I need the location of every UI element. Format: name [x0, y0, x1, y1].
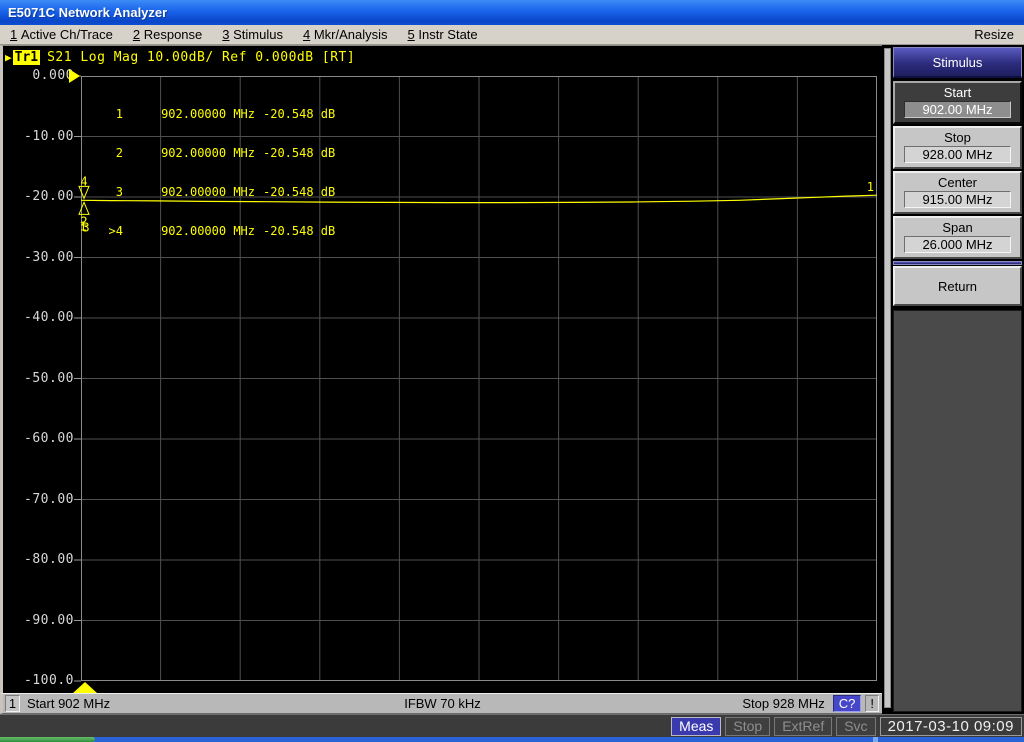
marker-row: 2 902.00000 MHz -20.548 dB: [115, 146, 336, 160]
softkey-start[interactable]: Start 902.00 MHz: [893, 81, 1022, 124]
y-axis-label: -50.00: [24, 370, 74, 386]
menu-instr-state[interactable]: 5 Instr State: [398, 25, 488, 45]
softkey-stop[interactable]: Stop 928.00 MHz: [893, 126, 1022, 169]
y-axis-label: -20.00: [24, 189, 74, 204]
alert-badge[interactable]: !: [865, 695, 879, 712]
softkey-start-label: Start: [943, 85, 972, 100]
softkey-center-label: Center: [937, 175, 978, 190]
main-content: ▶ Tr1 S21 Log Mag 10.00dB/ Ref 0.000dB [RT…: [0, 45, 1024, 714]
instrument-display: ▶ Tr1 S21 Log Mag 10.00dB/ Ref 0.000dB [RT…: [0, 45, 882, 693]
windows-taskbar: [0, 737, 1024, 742]
marker-number-label: 3: [82, 220, 89, 234]
marker-row: 3 902.00000 MHz -20.548 dB: [115, 185, 336, 199]
active-trace-pointer-icon: ▶: [5, 51, 12, 64]
status-stop-freq: Stop 928 MHz: [742, 696, 825, 711]
softkey-start-value: 902.00 MHz: [904, 101, 1011, 118]
trace-settings-text: S21 Log Mag 10.00dB/ Ref 0.000dB [RT]: [47, 50, 356, 65]
sweep-position-indicator-icon: [73, 682, 97, 693]
marker-table: 1 902.00000 MHz -20.548 dB 2 902.00000 MHz -…: [96, 82, 336, 264]
softkey-return[interactable]: Return: [893, 266, 1022, 306]
window-titlebar[interactable]: E5071C Network Analyzer: [0, 0, 1024, 25]
menu-bar: 1 Active Ch/Trace 2 Response 3 Stimulus …: [0, 25, 1024, 45]
softkey-span[interactable]: Span 26.000 MHz: [893, 216, 1022, 259]
state-extref: ExtRef: [774, 716, 833, 736]
y-axis-label: -70.00: [24, 491, 74, 507]
window-title: E5071C Network Analyzer: [8, 5, 168, 20]
y-axis-label: -40.00: [24, 310, 74, 325]
y-axis-label: -100.0: [24, 673, 74, 688]
softkey-sidebar: Stimulus Start 902.00 MHz Stop 928.00 MH…: [882, 45, 1024, 714]
menu-stimulus[interactable]: 3 Stimulus: [212, 25, 293, 45]
y-axis-labels: 0.000 -10.00 -20.00 -30.00 -40.00 -50.00 -60.0…: [3, 68, 74, 688]
marker-123-icon: [78, 201, 90, 215]
menu-response[interactable]: 2 Response: [123, 25, 212, 45]
softkey-stop-value: 928.00 MHz: [904, 146, 1011, 163]
trace-badge[interactable]: Tr1: [12, 50, 41, 65]
softkey-center[interactable]: Center 915.00 MHz: [893, 171, 1022, 214]
menu-mkr-analysis[interactable]: 4 Mkr/Analysis: [293, 25, 398, 45]
status-start-freq: Start 902 MHz: [27, 696, 111, 711]
ref-level-indicator-icon: [69, 69, 80, 83]
start-button[interactable]: [0, 737, 95, 742]
marker-number-label: 1: [867, 180, 874, 194]
state-svc: Svc: [836, 716, 876, 736]
y-axis-label: -30.00: [24, 249, 74, 265]
softkey-separator: [893, 261, 1022, 265]
marker-row: >4 902.00000 MHz -20.548 dB: [108, 224, 336, 238]
softkey-empty-panel: [893, 310, 1022, 712]
y-axis-label: -10.00: [24, 128, 74, 144]
sidebar-scrollbar[interactable]: [884, 48, 891, 708]
instrument-state-bar: Meas Stop ExtRef Svc 2017-03-10 09:09: [0, 714, 1024, 737]
softkey-stop-label: Stop: [944, 130, 971, 145]
state-stop: Stop: [725, 716, 771, 736]
correction-status-badge[interactable]: C?: [832, 695, 862, 712]
softkey-span-label: Span: [942, 220, 973, 235]
y-axis-label: -80.00: [24, 552, 74, 567]
softkey-center-value: 915.00 MHz: [904, 191, 1011, 208]
menu-active-ch-trace[interactable]: 1 Active Ch/Trace: [0, 25, 123, 45]
menu-resize[interactable]: Resize: [964, 25, 1024, 45]
datetime-display: 2017-03-10 09:09: [879, 716, 1022, 736]
marker-row: 1 902.00000 MHz -20.548 dB: [115, 107, 336, 121]
status-bar: 1 Start 902 MHz IFBW 70 kHz Stop 928 MHz…: [0, 693, 882, 714]
y-axis-label: 0.000: [32, 68, 74, 83]
app-window: E5071C Network Analyzer 1 Active Ch/Trac…: [0, 0, 1024, 742]
taskbar-divider: [873, 737, 878, 742]
y-axis-label: -90.00: [24, 612, 74, 628]
softkey-menu-title: Stimulus: [893, 47, 1022, 78]
y-axis-label: -60.00: [24, 431, 74, 446]
state-meas: Meas: [671, 716, 722, 736]
channel-number-box: 1: [5, 695, 20, 712]
softkey-span-value: 26.000 MHz: [904, 236, 1011, 253]
trace-info-bar: ▶ Tr1 S21 Log Mag 10.00dB/ Ref 0.000dB [RT…: [5, 50, 355, 66]
